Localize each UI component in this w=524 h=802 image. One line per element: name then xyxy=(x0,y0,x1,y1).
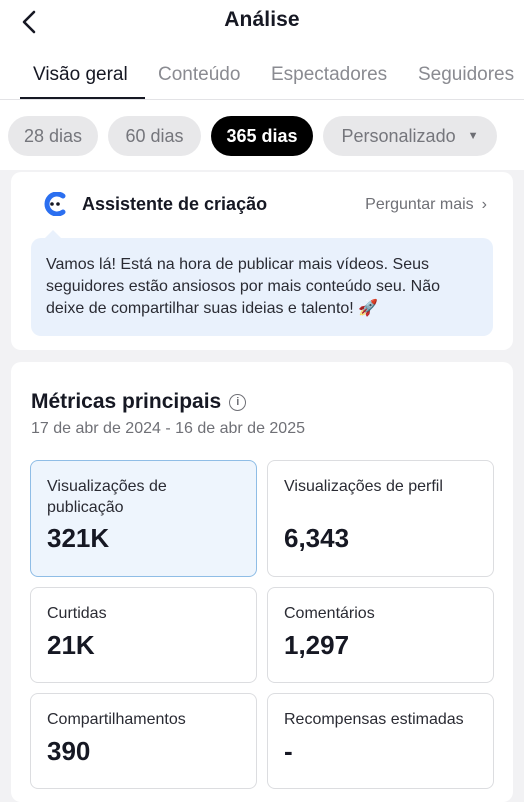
filter-28-days[interactable]: 28 dias xyxy=(8,116,98,156)
metric-label: Recompensas estimadas xyxy=(284,711,464,728)
tab-content[interactable]: Conteúdo xyxy=(158,56,240,99)
metric-label: Visualizações de publicação xyxy=(47,478,167,516)
assistant-message: Vamos lá! Está na hora de publicar mais … xyxy=(31,238,493,336)
metric-label: Curtidas xyxy=(47,605,107,622)
metric-value: 21K xyxy=(47,630,95,660)
metrics-title: Métricas principais i xyxy=(31,390,247,414)
metric-card-comments[interactable]: Comentários 1,297 xyxy=(267,587,494,683)
metric-card-estimated-rewards[interactable]: Recompensas estimadas - xyxy=(267,693,494,789)
tab-followers[interactable]: Seguidores xyxy=(418,56,514,99)
tab-bar: Visão geral Conteúdo Espectadores Seguid… xyxy=(0,56,524,100)
info-icon[interactable]: i xyxy=(229,393,247,411)
metrics-title-text: Métricas principais xyxy=(31,390,222,413)
metric-card-shares[interactable]: Compartilhamentos 390 xyxy=(30,693,257,789)
filter-label: 28 dias xyxy=(23,125,83,146)
date-filter-bar: 28 dias 60 dias 365 dias Personalizado ▼ xyxy=(0,100,524,170)
filter-label: Personalizado xyxy=(341,125,456,146)
assistant-header: Assistente de criação xyxy=(41,192,267,216)
metric-value: 321K xyxy=(47,523,110,553)
metric-card-profile-views[interactable]: Visualizações de perfil 6,343 xyxy=(267,460,494,577)
ask-more-label: Perguntar mais xyxy=(365,196,474,213)
metric-card-post-views[interactable]: Visualizações de publicação 321K xyxy=(30,460,257,577)
page-title: Análise xyxy=(224,8,300,31)
metric-value: 390 xyxy=(47,736,91,766)
metric-label: Compartilhamentos xyxy=(47,711,186,728)
filter-label: 60 dias xyxy=(125,125,184,146)
metrics-date-range: 17 de abr de 2024 - 16 de abr de 2025 xyxy=(31,420,305,437)
metric-value: - xyxy=(284,736,293,766)
metric-label: Visualizações de perfil xyxy=(284,478,443,495)
filter-60-days[interactable]: 60 dias xyxy=(108,116,201,156)
assistant-logo-icon xyxy=(44,192,66,216)
metric-value: 1,297 xyxy=(284,630,350,660)
filter-365-days[interactable]: 365 dias xyxy=(211,116,313,156)
chevron-right-icon: › xyxy=(481,196,487,213)
ask-more-link[interactable]: Perguntar mais › xyxy=(365,196,487,214)
filter-label: 365 dias xyxy=(226,125,298,146)
tab-overview[interactable]: Visão geral xyxy=(33,56,128,99)
tab-viewers[interactable]: Espectadores xyxy=(271,56,387,99)
assistant-title: Assistente de criação xyxy=(82,193,268,214)
metric-value: 6,343 xyxy=(284,523,350,553)
assistant-card: Assistente de criação Perguntar mais › V… xyxy=(11,172,513,350)
metric-card-likes[interactable]: Curtidas 21K xyxy=(30,587,257,683)
metrics-card: Métricas principais i 17 de abr de 2024 … xyxy=(11,362,513,802)
filter-custom[interactable]: Personalizado ▼ xyxy=(323,116,497,156)
caret-down-icon: ▼ xyxy=(467,130,479,142)
metric-label: Comentários xyxy=(284,605,375,622)
top-bar: Análise Visão geral Conteúdo Espectadore… xyxy=(0,0,524,100)
